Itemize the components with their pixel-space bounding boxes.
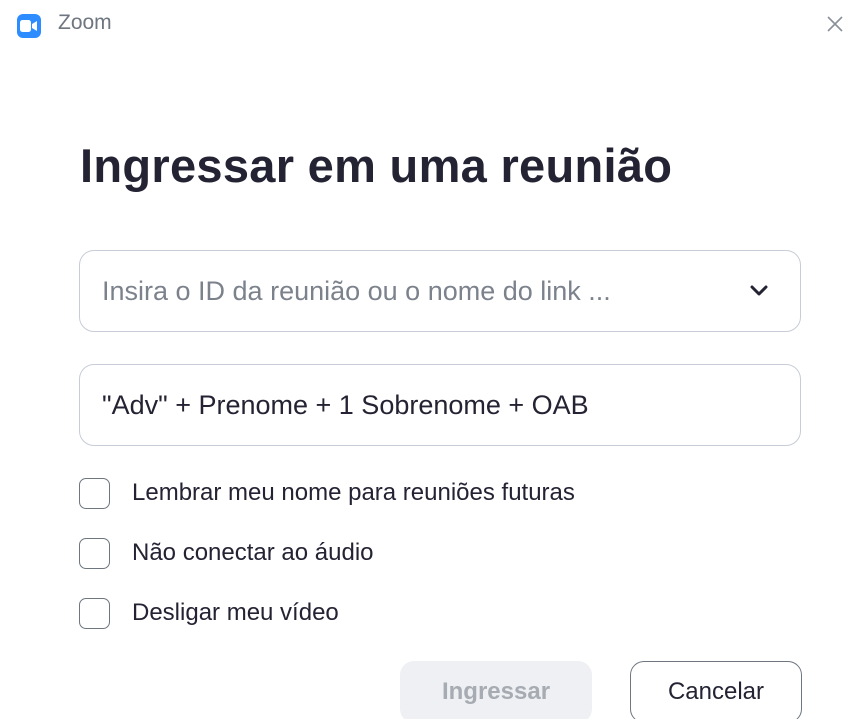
no-audio-label[interactable]: Não conectar ao áudio bbox=[132, 539, 374, 567]
dialog-heading: Ingressar em uma reunião bbox=[80, 139, 673, 192]
join-button[interactable]: Ingressar bbox=[400, 661, 592, 719]
video-off-checkbox[interactable] bbox=[79, 598, 110, 629]
cancel-button[interactable]: Cancelar bbox=[630, 661, 802, 719]
join-meeting-window: Zoom Ingressar em uma reunião Lembrar me… bbox=[0, 0, 843, 719]
display-name-input[interactable] bbox=[102, 365, 782, 445]
close-button[interactable] bbox=[820, 8, 843, 38]
remember-name-checkbox[interactable] bbox=[79, 478, 110, 509]
title-bar: Zoom bbox=[0, 0, 843, 52]
remember-name-label[interactable]: Lembrar meu nome para reuniões futuras bbox=[132, 479, 575, 507]
chevron-down-icon[interactable] bbox=[748, 281, 770, 301]
no-audio-checkbox[interactable] bbox=[79, 538, 110, 569]
meeting-id-combobox[interactable] bbox=[79, 250, 801, 332]
close-icon bbox=[827, 16, 843, 32]
zoom-camera-icon bbox=[17, 14, 41, 38]
meeting-id-input[interactable] bbox=[102, 251, 722, 331]
display-name-field[interactable] bbox=[79, 364, 801, 446]
video-off-label[interactable]: Desligar meu vídeo bbox=[132, 599, 339, 627]
app-title: Zoom bbox=[58, 11, 112, 34]
